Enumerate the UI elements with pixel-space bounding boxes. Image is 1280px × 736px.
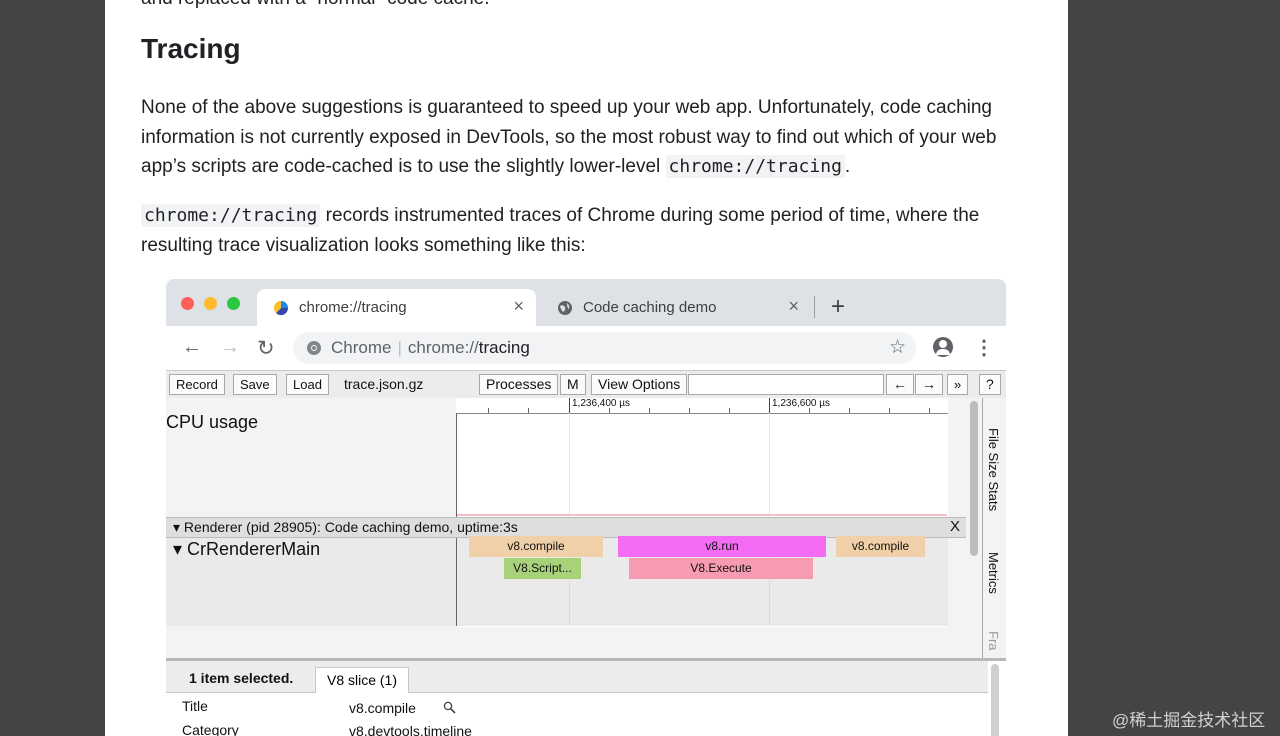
globe-icon [558,301,572,315]
new-tab-icon[interactable]: + [831,293,845,321]
ruler-tick [689,408,690,413]
paragraph-1-end: . [844,156,851,177]
ruler-tick [729,408,730,413]
ruler-label: 1,236,400 µs [572,398,631,409]
ruler-tick [809,408,810,413]
thread-label[interactable]: ▾ CrRendererMain [173,539,320,560]
ruler-tick [649,408,650,413]
ruler-tick [528,408,529,413]
watermark: @稀土掘金技术社区 [1112,711,1266,730]
ruler-tick [889,408,890,413]
tab-code-caching-demo[interactable]: Code caching demo × [541,289,811,326]
tab-label: Code caching demo [583,299,717,316]
process-header-text: Renderer (pid 28905): Code caching demo,… [183,519,518,535]
reload-icon[interactable]: ↻ [257,336,275,361]
save-button[interactable]: Save [233,374,277,395]
next-match-button[interactable]: → [915,374,943,395]
address-bar[interactable]: Chrome | chrome://tracing ☆ [293,332,916,364]
url-prefix: chrome:// [407,338,479,357]
process-title: ▾ Renderer (pid 28905): Code caching dem… [173,519,518,535]
tab-divider [814,296,815,318]
site-name: Chrome [331,338,392,357]
address-text: Chrome | chrome://tracing [331,338,530,358]
row-category-key: Category [182,722,239,736]
slice-v8-run[interactable]: v8.run [618,536,826,557]
side-tab-metrics[interactable]: Metrics [986,552,1001,594]
selection-count: 1 item selected. [189,670,294,686]
slice-v8-compile[interactable]: v8.compile [469,536,603,557]
cpu-usage-line [457,514,947,516]
ruler-tick [929,408,930,413]
window-minimize-dot[interactable] [204,297,217,310]
ruler-tick [849,408,850,413]
tab-v8-slice[interactable]: V8 slice (1) [315,667,409,693]
tab-label: chrome://tracing [299,299,407,316]
tab-tracing[interactable]: chrome://tracing × [257,289,536,326]
load-button[interactable]: Load [286,374,329,395]
window-close-dot[interactable] [181,297,194,310]
menu-icon[interactable]: ⋮ [974,335,994,360]
row-category-value: v8,devtools.timeline [349,723,472,736]
row-title-key: Title [182,698,208,714]
article-page: and replaced with a “normal” code cache.… [105,0,1068,736]
analysis-tabs: 1 item selected. V8 slice (1) [166,661,988,693]
side-tab-file-size-stats[interactable]: File Size Stats [986,428,1001,511]
paragraph-1-text: None of the above suggestions is guarant… [141,97,997,177]
trace-filename: trace.json.gz [344,376,424,392]
ruler-tick [488,408,489,413]
ruler-major-tick [769,398,770,413]
close-tab-icon[interactable]: × [788,296,799,317]
thread-label-text: CrRendererMain [187,539,321,559]
window-zoom-dot[interactable] [227,297,240,310]
slice-v8-execute[interactable]: V8.Execute [629,558,813,579]
account-icon[interactable] [933,337,953,357]
url-path: tracing [478,338,530,357]
row-title-value: v8.compile [349,700,416,716]
analysis-panel: 1 item selected. V8 slice (1) Title v8.c… [166,658,1006,736]
tracks-scrollbar[interactable] [968,398,978,568]
browser-toolbar: ← → ↻ Chrome | chrome://tracing ☆ ⋮ [166,326,1006,370]
tracing-controls-bar: Record Save Load trace.json.gz Processes… [166,370,1006,399]
paragraph-1: None of the above suggestions is guarant… [141,93,1041,182]
address-separator: | [397,338,402,357]
magnifier-icon[interactable] [443,701,456,714]
more-button[interactable]: » [947,374,969,395]
side-tab-frame[interactable]: Fra [986,631,1001,651]
help-button[interactable]: ? [979,374,1001,395]
prev-match-button[interactable]: ← [886,374,914,395]
tracing-screenshot-figure: chrome://tracing × Code caching demo × +… [166,279,1006,736]
process-header[interactable]: ▾ Renderer (pid 28905): Code caching dem… [166,517,966,538]
close-process-icon[interactable]: X [950,518,960,535]
slice-v8-compile[interactable]: v8.compile [836,536,925,557]
bookmark-star-icon[interactable]: ☆ [889,336,906,359]
time-ruler: 1,236,400 µs 1,236,600 µs [456,398,948,414]
ruler-major-tick [569,398,570,413]
browser-tab-strip: chrome://tracing × Code caching demo × + [166,279,1006,326]
timeline-tracks: 1,236,400 µs 1,236,600 µs CPU usage ▾ Re… [166,398,1006,658]
record-button[interactable]: Record [169,374,225,395]
tracing-favicon-icon [273,300,289,316]
cpu-usage-label: CPU usage [166,412,259,432]
side-panel-tabs: File Size Stats Metrics Fra [982,398,1006,658]
ruler-label: 1,236,600 µs [772,398,831,409]
search-input[interactable] [688,374,884,395]
slice-v8-script[interactable]: V8.Script... [504,558,581,579]
forward-icon[interactable]: → [220,336,240,359]
close-tab-icon[interactable]: × [513,296,524,317]
inline-code: chrome://tracing [665,155,845,178]
inline-code: chrome://tracing [141,204,321,227]
processes-button[interactable]: Processes [479,374,559,395]
view-options-button[interactable]: View Options [591,374,688,395]
chrome-logo-icon [307,341,321,355]
scrollbar-thumb[interactable] [970,401,978,556]
paragraph-2: chrome://tracing records instrumented tr… [141,201,1041,260]
pane-divider [456,538,457,626]
m-button[interactable]: M [560,374,586,395]
scrollbar-thumb[interactable] [991,664,999,736]
back-icon[interactable]: ← [182,336,202,359]
ruler-tick [609,408,610,413]
section-heading: Tracing [141,33,241,64]
analysis-scrollbar[interactable] [990,661,1000,736]
previous-paragraph-tail: and replaced with a “normal” code cache. [141,0,490,10]
